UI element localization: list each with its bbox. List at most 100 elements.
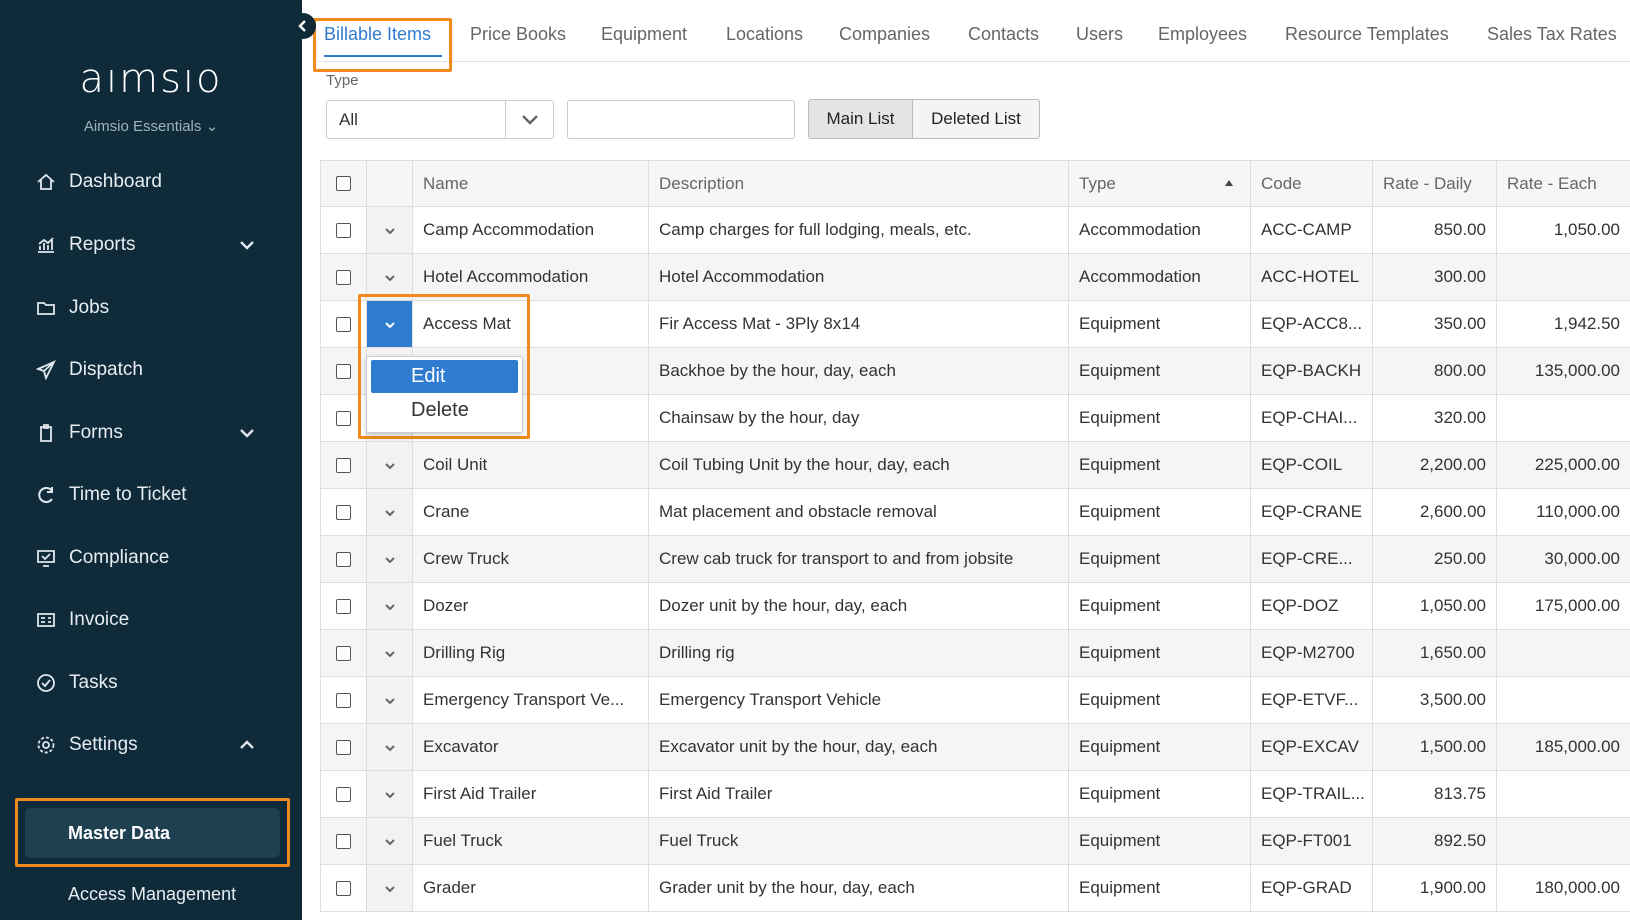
row-actions-button[interactable]: [366, 489, 412, 535]
chevron-down-icon[interactable]: [236, 234, 258, 256]
row-actions-button[interactable]: [366, 254, 412, 300]
table-row[interactable]: Grader Grader unit by the hour, day, each…: [320, 865, 1630, 912]
tab-locations[interactable]: Locations: [726, 24, 803, 45]
table-row[interactable]: Camp Accommodation Camp charges for full …: [320, 207, 1630, 254]
table-row[interactable]: Dozer Dozer unit by the hour, day, each Eq…: [320, 583, 1630, 630]
row-actions-button[interactable]: [366, 536, 412, 582]
nav-jobs[interactable]: Jobs: [0, 285, 302, 331]
cell-name: Crew Truck: [412, 536, 648, 582]
table-row[interactable]: Hotel Accommodation Hotel Accommodation Ac…: [320, 254, 1630, 301]
nav-tasks[interactable]: Tasks: [0, 660, 302, 706]
sidebar: aımsıo Aimsio Essentials ⌄ Dashboard Rep…: [0, 0, 302, 920]
table-row[interactable]: First Aid Trailer First Aid Trailer Equipm…: [320, 771, 1630, 818]
header-rate-daily[interactable]: Rate - Daily: [1372, 161, 1496, 206]
row-actions-button[interactable]: [366, 818, 412, 864]
nav-compliance[interactable]: Compliance: [0, 535, 302, 581]
row-checkbox[interactable]: [336, 316, 351, 332]
nav-time-to-ticket[interactable]: Time to Ticket: [0, 472, 302, 518]
row-checkbox[interactable]: [336, 363, 351, 379]
main-list-button[interactable]: Main List: [808, 99, 913, 139]
header-name[interactable]: Name: [412, 161, 648, 206]
row-checkbox[interactable]: [336, 410, 351, 426]
table-row[interactable]: Crane Mat placement and obstacle removal E…: [320, 489, 1630, 536]
row-checkbox-cell: [320, 583, 366, 629]
row-actions-button[interactable]: [366, 771, 412, 817]
row-actions-button[interactable]: [366, 583, 412, 629]
chevron-down-icon[interactable]: [236, 422, 258, 444]
cell-name: Excavator: [412, 724, 648, 770]
nav-access-management[interactable]: Access Management: [68, 884, 236, 905]
chevron-down-icon[interactable]: [505, 101, 553, 138]
table-row[interactable]: Coil Unit Coil Tubing Unit by the hour, d…: [320, 442, 1630, 489]
org-switcher[interactable]: Aimsio Essentials ⌄: [0, 117, 302, 135]
row-actions-button[interactable]: [366, 724, 412, 770]
cell-rate-daily: 2,200.00: [1372, 442, 1496, 488]
row-checkbox[interactable]: [336, 833, 351, 849]
table-row[interactable]: Fuel Truck Fuel Truck Equipment EQP-FT001 89…: [320, 818, 1630, 865]
delete-menu-item[interactable]: Delete: [371, 394, 518, 427]
deleted-list-button[interactable]: Deleted List: [912, 99, 1040, 139]
tab-employees[interactable]: Employees: [1158, 24, 1247, 45]
tab-price-books[interactable]: Price Books: [470, 24, 566, 45]
tab-users[interactable]: Users: [1076, 24, 1123, 45]
row-checkbox[interactable]: [336, 880, 351, 896]
row-actions-button[interactable]: [366, 207, 412, 253]
cell-code: EQP-DOZ: [1250, 583, 1372, 629]
tab-billable-items[interactable]: Billable Items: [324, 24, 431, 45]
table-row[interactable]: Crew Truck Crew cab truck for transport t…: [320, 536, 1630, 583]
row-actions-button[interactable]: [366, 865, 412, 911]
table-row[interactable]: Access Mat Fir Access Mat - 3Ply 8x14 Equi…: [320, 301, 1630, 348]
row-checkbox[interactable]: [336, 457, 351, 473]
table-row[interactable]: Emergency Transport Ve... Emergency Trans…: [320, 677, 1630, 724]
row-checkbox[interactable]: [336, 692, 351, 708]
collapse-sidebar-button[interactable]: [290, 13, 316, 39]
tab-companies[interactable]: Companies: [839, 24, 930, 45]
row-checkbox[interactable]: [336, 551, 351, 567]
nav-master-data[interactable]: Master Data: [25, 808, 280, 858]
cell-type: Equipment: [1068, 583, 1250, 629]
nav-dashboard[interactable]: Dashboard: [0, 159, 302, 205]
chevron-down-icon: [384, 502, 396, 522]
chevron-up-icon[interactable]: [236, 734, 258, 756]
select-all-checkbox[interactable]: [336, 176, 351, 191]
nav-reports[interactable]: Reports: [0, 222, 302, 268]
row-actions-button[interactable]: [366, 442, 412, 488]
type-filter-select[interactable]: All: [326, 100, 554, 139]
nav-invoice[interactable]: Invoice: [0, 597, 302, 643]
tab-resource-templates[interactable]: Resource Templates: [1285, 24, 1449, 45]
row-checkbox[interactable]: [336, 739, 351, 755]
table-row[interactable]: Drilling Rig Drilling rig Equipment EQP-M27…: [320, 630, 1630, 677]
row-checkbox-cell: [320, 489, 366, 535]
header-rate-each[interactable]: Rate - Each: [1496, 161, 1630, 206]
row-checkbox[interactable]: [336, 645, 351, 661]
row-actions-button[interactable]: [366, 301, 412, 347]
row-checkbox[interactable]: [336, 786, 351, 802]
tab-equipment[interactable]: Equipment: [601, 24, 687, 45]
row-checkbox[interactable]: [336, 222, 351, 238]
nav-settings[interactable]: Settings: [0, 722, 302, 768]
search-input[interactable]: [567, 100, 795, 139]
edit-menu-item[interactable]: Edit: [371, 360, 518, 393]
cell-code: EQP-CRE...: [1250, 536, 1372, 582]
tab-contacts[interactable]: Contacts: [968, 24, 1039, 45]
header-code[interactable]: Code: [1250, 161, 1372, 206]
nav-forms[interactable]: Forms: [0, 410, 302, 456]
tab-sales-tax-rates[interactable]: Sales Tax Rates: [1487, 24, 1617, 45]
row-checkbox[interactable]: [336, 269, 351, 285]
header-description[interactable]: Description: [648, 161, 1068, 206]
header-type[interactable]: Type: [1068, 161, 1250, 206]
cell-rate-daily: 800.00: [1372, 348, 1496, 394]
row-actions-button[interactable]: [366, 677, 412, 723]
row-actions-menu: Edit Delete: [366, 356, 523, 433]
nav-label: Reports: [69, 234, 136, 255]
cell-type: Equipment: [1068, 865, 1250, 911]
row-actions-button[interactable]: [366, 630, 412, 676]
row-checkbox-cell: [320, 724, 366, 770]
cell-rate-each: [1496, 818, 1630, 864]
nav-dispatch[interactable]: Dispatch: [0, 347, 302, 393]
active-tab-indicator: [324, 55, 442, 57]
row-checkbox[interactable]: [336, 504, 351, 520]
cell-type: Equipment: [1068, 818, 1250, 864]
row-checkbox[interactable]: [336, 598, 351, 614]
table-row[interactable]: Excavator Excavator unit by the hour, day…: [320, 724, 1630, 771]
